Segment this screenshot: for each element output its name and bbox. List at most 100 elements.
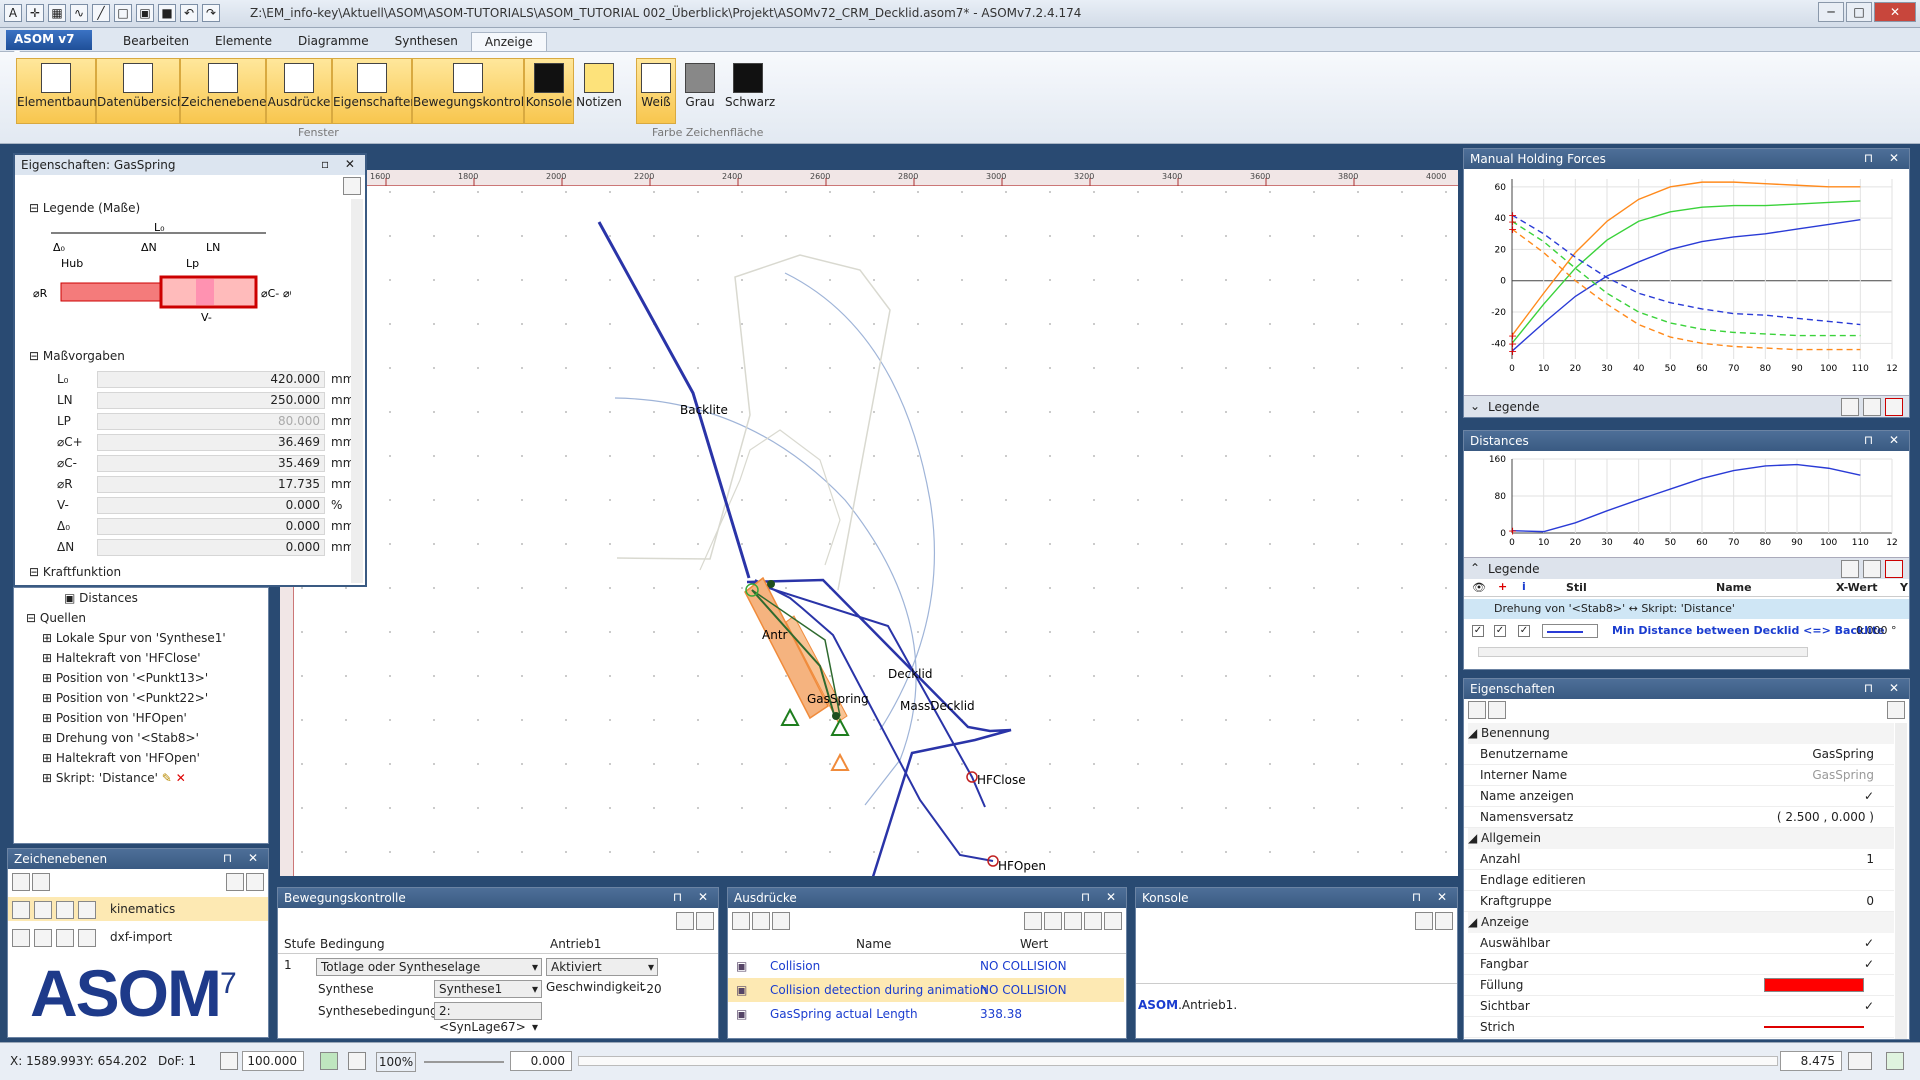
minimize-button[interactable]: ─ [1818,2,1844,22]
geschwindigkeit-value[interactable]: -20 [642,982,662,996]
line-icon[interactable]: ╱ [92,4,110,22]
lock-icon[interactable] [78,901,96,919]
bedingung-select[interactable]: Totlage oder Syntheselage ▾ [316,958,542,976]
categorized-icon[interactable] [1468,701,1486,719]
property-value[interactable]: 1 [1866,849,1874,870]
property-value[interactable]: ✓ [1864,996,1874,1017]
visible-eye-icon[interactable] [12,929,30,947]
snap-icon[interactable] [56,929,74,947]
edit-icon[interactable]: ✎ [162,771,172,785]
zoom-slider[interactable] [424,1061,504,1063]
black-square-icon[interactable]: ■ [158,4,176,22]
line-style-select[interactable] [1542,624,1598,638]
collision-icon[interactable] [1024,912,1042,930]
tab-elemente[interactable]: Elemente [202,32,285,51]
panel-scrollbar[interactable] [351,199,363,583]
position-field[interactable]: 0.000 [510,1051,572,1071]
expression-row[interactable]: ▣ GasSpring actual Length 338.38 [728,1002,1124,1026]
legend-series-row[interactable]: ✓ ✓ ✓ Min Distance between Decklid <=> B… [1464,621,1909,641]
eigenschaften-button[interactable]: Eigenschaften [332,58,418,124]
ausdruecke-button[interactable]: Ausdrücke [266,58,332,124]
redo-icon[interactable]: ↷ [202,4,220,22]
delete-layer-icon[interactable] [246,873,264,891]
property-group[interactable]: ◢ Allgemein [1468,828,1894,849]
close-button[interactable]: ✕ [1874,2,1916,22]
property-row[interactable]: Namensversatz ( 2.500 , 0.000 ) [1464,807,1894,828]
expression-row[interactable]: ▣ Collision detection during animation NO … [728,978,1124,1002]
datenuebersicht-button[interactable]: Datenübersicht [96,58,189,124]
new-icon[interactable] [676,912,694,930]
table-icon[interactable] [1863,560,1881,578]
property-scrollbar[interactable] [1895,723,1907,1039]
grid-toggle-icon[interactable] [220,1052,238,1070]
tree-item[interactable]: ⊞ Haltekraft von 'HFClose' [26,648,226,668]
property-pages-icon[interactable] [1887,701,1905,719]
chart-settings-icon[interactable] [1841,560,1859,578]
drawing-canvas[interactable]: Backlite Decklid GasSpring MassDecklid H… [280,170,1458,881]
expression-row[interactable]: ▣ Collision NO COLLISION [728,954,1124,978]
property-value[interactable]: ✓ [1864,933,1874,954]
refresh-icon[interactable] [772,912,790,930]
zeichenebenen-button[interactable]: Zeichenebenen [180,58,274,124]
select-cursor-icon[interactable] [34,929,52,947]
tree-item[interactable]: ⊞ Position von '<Punkt13>' [26,668,226,688]
new-icon[interactable] [1064,912,1082,930]
legend-section-header[interactable]: ⊟ Legende (Maße) [29,201,140,215]
speed-field[interactable]: 100.000 [242,1051,304,1071]
mass-row-value[interactable]: 420.000 [97,371,325,388]
stop-icon[interactable] [348,1052,366,1070]
save-icon[interactable] [1435,912,1453,930]
info-icon[interactable]: i [1522,580,1526,593]
tree-item[interactable]: ⊞ Haltekraft von 'HFOpen' [26,748,226,768]
mass-row-value[interactable]: 17.735 [97,476,325,493]
tree-item-distances[interactable]: ▣ Distances [26,588,226,608]
mhf-legend-bar[interactable]: ⌄ Legende [1464,395,1909,417]
tree-item[interactable]: ⊞ Position von '<Punkt22>' [26,688,226,708]
grau-button[interactable]: Grau [680,58,720,124]
close-chart-icon[interactable] [1885,398,1903,416]
mass-row-value[interactable]: 35.469 [97,455,325,472]
edit-pencil-icon[interactable] [343,177,361,195]
mass-row-value[interactable]: 36.469 [97,434,325,451]
panel-controls[interactable]: ⊓ ✕ [1412,890,1453,904]
mass-row-value[interactable]: 80.000 [97,413,325,430]
app-icon[interactable]: A [4,4,22,22]
property-row[interactable]: Strich [1464,1017,1894,1038]
property-value[interactable]: ✓ [1864,786,1874,807]
property-value[interactable]: ✓ [1864,954,1874,975]
delete-icon[interactable]: ✕ [176,771,186,785]
property-value[interactable]: GasSpring [1812,744,1874,765]
panel-controls[interactable]: ⊓ ✕ [1864,681,1905,695]
property-row[interactable]: Sichtbar ✓ [1464,996,1894,1017]
checkbox[interactable]: ✓ [1518,625,1530,637]
visible-eye-icon[interactable] [12,901,30,919]
checkbox[interactable]: ✓ [1494,625,1506,637]
panel-controls[interactable]: ⊓ ✕ [1081,890,1122,904]
property-row[interactable]: Interner Name GasSpring [1464,765,1894,786]
white-square-icon[interactable]: □ [114,4,132,22]
panel-controls[interactable]: ⊓ ✕ [1864,433,1905,447]
panel-controls[interactable]: ⊓ ✕ [1864,151,1905,165]
tree-item[interactable]: ⊞ Skript: 'Distance' ✎ ✕ [26,768,226,788]
property-row[interactable]: Benutzername GasSpring [1464,744,1894,765]
table-icon[interactable] [1863,398,1881,416]
grid-icon[interactable]: ▦ [48,4,66,22]
undo-icon[interactable]: ↶ [180,4,198,22]
legend-group-row[interactable]: Drehung von '<Stab8>' ↔ Skript: 'Distanc… [1464,599,1909,619]
confirm-check-icon[interactable] [1886,1052,1904,1070]
eye-icon[interactable]: 👁 [1472,581,1486,594]
kraft-section-header[interactable]: ⊟ Kraftfunktion [29,565,121,579]
tree-item[interactable]: ⊞ Lokale Spur von 'Synthese1' [26,628,226,648]
delete-icon[interactable] [1104,912,1122,930]
mechanism-drawing[interactable]: Backlite Decklid GasSpring MassDecklid H… [280,170,1458,881]
synthesebedingung-select[interactable]: 2: <SynLage67> ▾ [434,1002,542,1034]
play-icon[interactable] [320,1052,338,1070]
delete-icon[interactable] [696,912,714,930]
mass-row-value[interactable]: 0.000 [97,497,325,514]
tab-bearbeiten[interactable]: Bearbeiten [110,32,202,51]
horizontal-scrollbar[interactable] [1478,647,1808,657]
schwarz-button[interactable]: Schwarz [724,58,775,124]
close-chart-icon[interactable] [1885,560,1903,578]
tree-item[interactable]: ⊞ Drehung von '<Stab8>' [26,728,226,748]
property-row[interactable]: Fangbar ✓ [1464,954,1894,975]
